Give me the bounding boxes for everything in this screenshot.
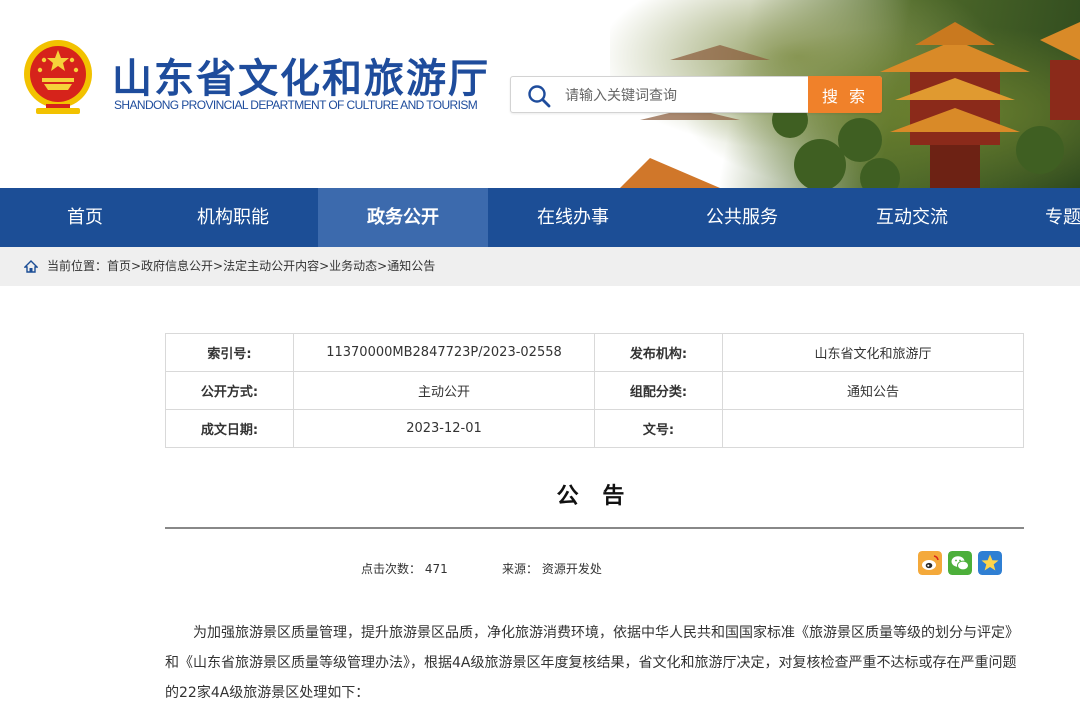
article-title: 公 告 — [556, 484, 633, 509]
site-title[interactable]: 山东省文化和旅游厅 — [112, 46, 490, 104]
table-row: 索引号: 11370000MB2847723P/2023-02558 发布机构:… — [165, 333, 1024, 372]
title-divider — [165, 527, 1024, 529]
search-input[interactable] — [563, 77, 807, 114]
national-emblem-icon — [24, 40, 92, 114]
table-row: 成文日期: 2023-12-01 文号: — [165, 409, 1024, 448]
nav-item-topics[interactable]: 专题 — [1010, 188, 1080, 247]
nav-item-interaction[interactable]: 互动交流 — [827, 188, 997, 247]
breadcrumb[interactable]: 当前位置：首页>政府信息公开>法定主动公开内容>业务动态>通知公告 — [47, 247, 435, 286]
table-row: 公开方式: 主动公开 组配分类: 通知公告 — [165, 371, 1024, 410]
nav-item-home[interactable]: 首页 — [0, 188, 170, 247]
article-source: 来源： 资源开发处 — [502, 562, 602, 576]
nav-item-public-services[interactable]: 公共服务 — [657, 188, 827, 247]
publisher-label: 发布机构: — [594, 333, 723, 372]
nav-item-organization[interactable]: 机构职能 — [148, 188, 318, 247]
date-value: 2023-12-01 — [293, 409, 595, 448]
date-label: 成文日期: — [165, 409, 294, 448]
disclosure-method-label: 公开方式: — [165, 371, 294, 410]
category-label: 组配分类: — [594, 371, 723, 410]
article-paragraph: 为加强旅游景区质量管理，提升旅游景区品质，净化旅游消费环境，依据中华人民共和国国… — [165, 625, 1019, 701]
index-number-value: 11370000MB2847723P/2023-02558 — [293, 333, 595, 372]
search-box: 搜 索 — [510, 76, 882, 114]
home-icon — [24, 260, 38, 273]
weibo-icon[interactable] — [918, 551, 942, 575]
category-value: 通知公告 — [722, 371, 1024, 410]
document-number-value — [722, 409, 1024, 448]
document-number-label: 文号: — [594, 409, 723, 448]
document-meta-table: 索引号: 11370000MB2847723P/2023-02558 发布机构:… — [165, 333, 1024, 448]
breadcrumb-bar: 当前位置：首页>政府信息公开>法定主动公开内容>业务动态>通知公告 — [0, 247, 1080, 286]
site-header: 山东省文化和旅游厅 SHANDONG PROVINCIAL DEPARTMENT… — [0, 0, 1080, 188]
site-title-english: SHANDONG PROVINCIAL DEPARTMENT OF CULTUR… — [114, 98, 478, 112]
wechat-icon[interactable] — [948, 551, 972, 575]
qzone-icon[interactable] — [978, 551, 1002, 575]
publisher-value: 山东省文化和旅游厅 — [722, 333, 1024, 372]
nav-item-online-services[interactable]: 在线办事 — [488, 188, 658, 247]
search-icon — [528, 85, 551, 108]
disclosure-method-value: 主动公开 — [293, 371, 595, 410]
search-button[interactable]: 搜 索 — [808, 76, 882, 113]
nav-item-government-affairs[interactable]: 政务公开 — [318, 188, 488, 247]
click-count: 点击次数： 471 — [361, 562, 448, 576]
index-number-label: 索引号: — [165, 333, 294, 372]
main-nav: 首页 机构职能 政务公开 在线办事 公共服务 互动交流 专题 — [0, 188, 1080, 247]
